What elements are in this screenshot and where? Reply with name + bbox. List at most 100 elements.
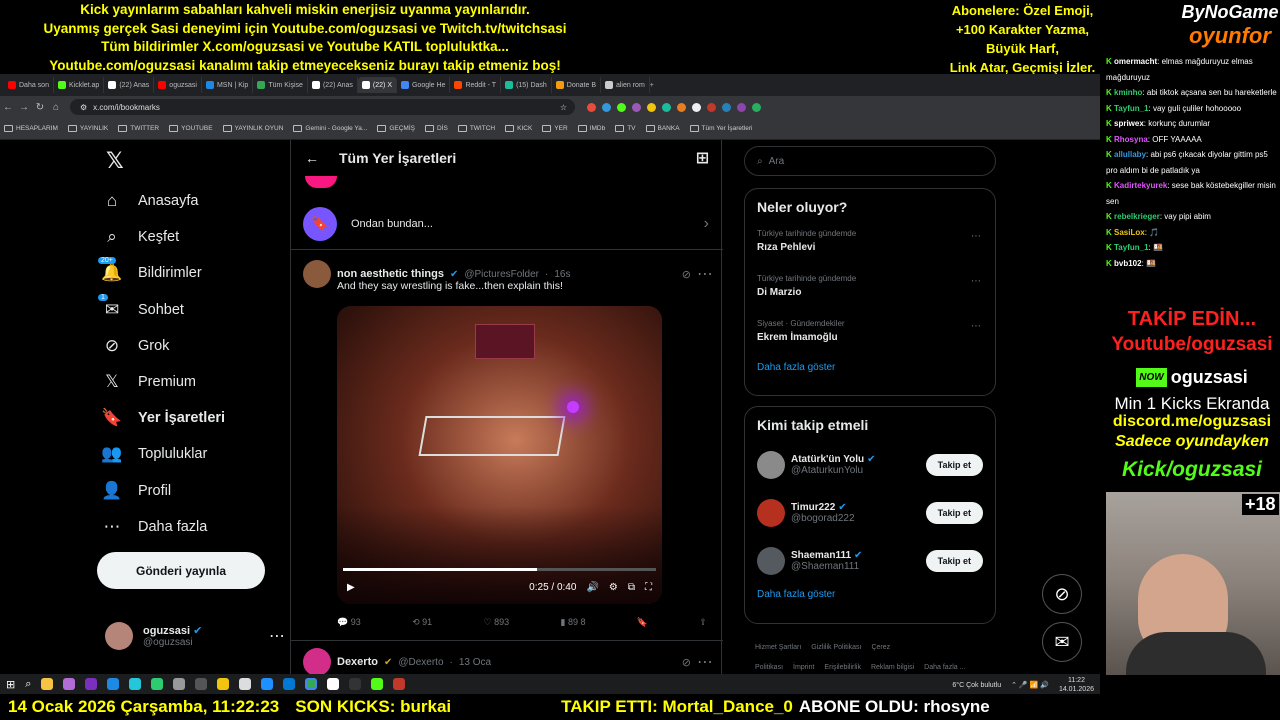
extension-icon[interactable] (632, 102, 641, 112)
extension-icon[interactable] (662, 102, 671, 112)
follow-button[interactable]: Takip et (925, 454, 983, 476)
trend-item[interactable]: Türkiye tarihinde gündemde Di Marzio ⋯ (745, 270, 995, 315)
browser-tab[interactable]: MSN | Kip (202, 77, 254, 93)
settings-icon[interactable]: ⚙ (609, 582, 618, 593)
trend-item[interactable]: Siyaset · Gündemdekiler Ekrem İmamoğlu ⋯ (745, 315, 995, 360)
tray-icons[interactable]: ⌃ 🎤 📶 🔊 (1011, 681, 1049, 689)
browser-tab[interactable]: (15) Dash (501, 77, 552, 93)
browser-tab[interactable]: (22) Anas (104, 77, 155, 93)
browser-tab[interactable]: (22) X (357, 77, 397, 93)
nav-item[interactable]: 👥 Topluluklar (100, 439, 290, 469)
onenote-icon[interactable] (85, 678, 98, 690)
bookmark-folder[interactable]: IMDb (577, 125, 605, 132)
extension-icon[interactable] (602, 102, 611, 112)
retweet-button[interactable]: ⟲ 91 (412, 617, 432, 628)
browser-tab[interactable]: Reddit - T (450, 77, 502, 93)
bookmark-folder[interactable]: 🔖 Ondan bundan... › (291, 198, 723, 250)
clock[interactable]: 11:22 14.01.2026 (1059, 676, 1094, 694)
avatar[interactable] (757, 451, 785, 479)
tweet-author[interactable]: non aesthetic things (337, 268, 444, 280)
bookmark-folder[interactable]: KICK (505, 125, 532, 132)
more-icon[interactable]: ⋯ (697, 264, 713, 284)
account-switcher[interactable]: oguzsasi ✔ @oguzsasi ⋯ (105, 618, 285, 654)
bookmark-folder[interactable]: BANKA (645, 125, 680, 132)
chat-username[interactable]: spriwex (1114, 119, 1144, 128)
extension-icon[interactable] (647, 102, 656, 112)
browser-tab[interactable]: Google He (397, 77, 451, 93)
chat-username[interactable]: omermacht (1114, 57, 1157, 66)
views-button[interactable]: ▮ 89 8 (560, 617, 585, 628)
volume-icon[interactable]: 🔊 (586, 582, 598, 593)
browser-tab[interactable]: oguzsasi (154, 77, 202, 93)
reload-icon[interactable]: ↻ (32, 102, 48, 113)
chat-username[interactable]: SasiLox (1114, 228, 1145, 237)
bookmark-folder[interactable]: YOUTUBE (169, 125, 213, 132)
app-icon[interactable] (63, 678, 76, 690)
star-icon[interactable]: ☆ (560, 103, 567, 112)
tweet-author[interactable]: Dexerto (337, 656, 378, 668)
footer-link[interactable]: Hizmet Şartları (755, 644, 801, 651)
home-icon[interactable]: ⌂ (48, 102, 64, 113)
nav-item[interactable]: ⊘ Grok (100, 331, 290, 361)
bookmark-folder[interactable]: DİS (424, 125, 448, 132)
footer-link[interactable]: Daha fazla ... (924, 664, 965, 671)
forward-icon[interactable]: → (16, 102, 32, 113)
x-logo-icon[interactable]: 𝕏 (106, 148, 124, 174)
grok-icon[interactable]: ⊘ (682, 656, 691, 669)
follow-suggestion[interactable]: Atatürk'ün Yolu ✔ @AtaturkunYolu Takip et (745, 441, 995, 489)
post-button[interactable]: Gönderi yayınla (97, 552, 265, 589)
extension-icon[interactable] (692, 102, 701, 112)
more-icon[interactable]: ⋯ (971, 231, 981, 242)
nav-item[interactable]: 𝕏 Premium (100, 367, 290, 397)
chat-username[interactable]: kminho (1114, 88, 1142, 97)
extension-icon[interactable] (707, 102, 716, 112)
app-icon[interactable] (239, 678, 252, 690)
nav-item[interactable]: ⋯ Daha fazla (100, 512, 290, 542)
tweet-handle[interactable]: @PicturesFolder (464, 269, 539, 280)
explorer-icon[interactable] (41, 678, 54, 690)
browser-tab[interactable]: Daha son (4, 77, 54, 93)
app-icon[interactable] (107, 678, 120, 690)
more-icon[interactable]: ⋯ (971, 276, 981, 287)
bookmark-folder[interactable]: HESAPLARIM (4, 125, 58, 132)
bookmark-folder[interactable]: TWITTER (118, 125, 159, 132)
app-icon[interactable] (151, 678, 164, 690)
browser-tab[interactable]: (22) Anas (308, 77, 358, 93)
extension-icon[interactable] (587, 102, 596, 112)
follow-suggestion[interactable]: Timur222 ✔ @bogorad222 Takip et (745, 489, 995, 537)
bookmark-folder[interactable]: YAYINLIK OYUN (222, 125, 283, 132)
footer-link[interactable]: Gizlilik Politikası (811, 644, 861, 651)
nav-item[interactable]: ✉ 1 Sohbet (98, 293, 290, 325)
tweet-handle[interactable]: @Dexerto (398, 657, 443, 668)
new-folder-icon[interactable]: ⊞ (696, 148, 709, 168)
tweet[interactable]: Dexerto ✔ @Dexerto · 13 Oca ⊘ ⋯ (303, 648, 713, 674)
avatar[interactable] (303, 260, 331, 288)
like-button[interactable]: ♡ 893 (484, 617, 510, 628)
avatar[interactable] (303, 648, 331, 674)
nav-item[interactable]: 🔔 20+ Bildirimler (98, 257, 290, 288)
back-icon[interactable]: ← (0, 102, 16, 113)
app-icon[interactable] (327, 678, 340, 690)
chat-username[interactable]: Tayfun_1 (1114, 104, 1149, 113)
chat-username[interactable]: Tayfun_1 (1114, 243, 1149, 252)
search-input[interactable]: ⌕ Ara (744, 146, 996, 176)
weather[interactable]: 6°C Çok bulutlu (952, 682, 1001, 689)
app-icon[interactable] (371, 678, 384, 690)
grok-fab-icon[interactable]: ⊘ (1042, 574, 1082, 614)
nav-item[interactable]: 🔖 Yer İşaretleri (100, 403, 290, 433)
app-icon[interactable] (261, 678, 274, 690)
avatar[interactable] (757, 499, 785, 527)
bookmark-folder[interactable]: Gemini - Google Ya... (293, 125, 367, 132)
app-icon[interactable] (129, 678, 142, 690)
extension-icon[interactable] (752, 102, 761, 112)
footer-link[interactable]: İmprint (793, 664, 814, 671)
camera-icon[interactable] (173, 678, 186, 690)
chrome-icon[interactable] (305, 678, 318, 690)
chat-username[interactable]: Kadirtekyurek (1114, 181, 1167, 190)
follow-suggestion[interactable]: Shaeman111 ✔ @Shaeman111 Takip et (745, 537, 995, 585)
footer-link[interactable]: Reklam bilgisi (871, 664, 914, 671)
more-icon[interactable]: ⋯ (269, 626, 285, 646)
show-more-link[interactable]: Daha fazla göster (745, 589, 995, 600)
tweet[interactable]: non aesthetic things ✔ @PicturesFolder ·… (303, 260, 713, 292)
more-icon[interactable]: ⋯ (971, 321, 981, 332)
